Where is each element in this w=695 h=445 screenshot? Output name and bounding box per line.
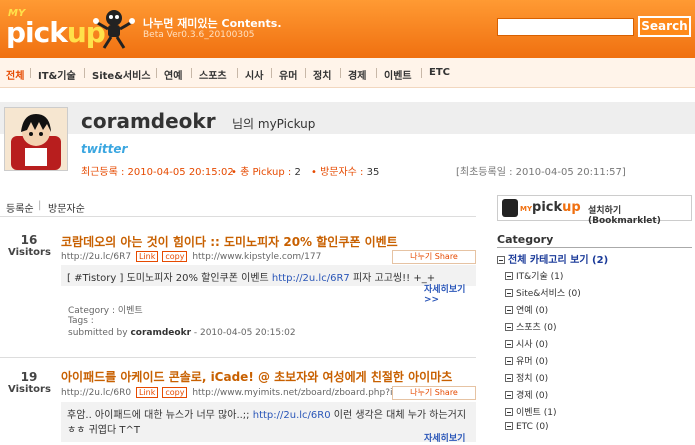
- avatar: [4, 107, 68, 171]
- nav-item-current-affairs[interactable]: 시사: [245, 67, 263, 82]
- search-input[interactable]: [497, 18, 634, 36]
- visitor-counter: 19 Visitors: [8, 370, 51, 395]
- post-title[interactable]: 코람데오의 아는 것이 힘이다 :: 도미노피자 20% 할인쿠폰 이벤트: [61, 233, 398, 250]
- post-title[interactable]: 아이패드를 아케이드 콘솔로, iCade! @ 초보자와 여성에게 친절한 아…: [61, 368, 452, 385]
- nav-separator: [237, 68, 238, 78]
- sort-by-visitors[interactable]: 방문자순: [48, 200, 85, 215]
- category-item[interactable]: 스포츠 (0): [505, 320, 556, 333]
- bookmarklet-logo: MYpickup: [520, 200, 581, 215]
- nav-separator: [305, 68, 306, 78]
- folder-icon: [505, 357, 513, 365]
- post-divider: [0, 357, 476, 358]
- nav-item-site[interactable]: Site&서비스: [92, 67, 151, 82]
- nav-separator: [340, 68, 341, 78]
- post-urls: http://2u.lc/6R7 Link copy http://www.kip…: [61, 251, 321, 262]
- nav-item-politics[interactable]: 정치: [313, 67, 331, 82]
- tagline: 나누면 재미있는 Contents.: [143, 17, 282, 30]
- post-tags: Tags :: [68, 316, 94, 326]
- category-item[interactable]: 연예 (0): [505, 303, 548, 316]
- sort-by-date[interactable]: 등록순: [6, 200, 34, 215]
- category-title: Category: [497, 233, 554, 246]
- more-link[interactable]: 자세히보기 >>: [424, 431, 476, 445]
- folder-icon: [505, 408, 513, 416]
- nav-separator: [421, 68, 422, 78]
- nav-item-sports[interactable]: 스포츠: [199, 67, 227, 82]
- logo-text: pickup: [6, 16, 106, 49]
- nav-separator: [191, 68, 192, 78]
- category-item[interactable]: 정치 (0): [505, 371, 548, 384]
- category-nav: 전체 IT&기술 Site&서비스 연예 스포츠 시사 유머 정치 경제 이벤트…: [0, 58, 695, 88]
- nav-item-etc[interactable]: ETC: [429, 67, 450, 78]
- category-item[interactable]: 시사 (0): [505, 337, 548, 350]
- source-url[interactable]: http://www.kipstyle.com/177: [192, 252, 321, 262]
- desc-link[interactable]: http://2u.lc/6R7: [272, 273, 350, 284]
- post-description: 후암.. 아이패드에 대한 뉴스가 너무 많아..;; http://2u.lc…: [61, 402, 476, 442]
- nav-separator: [156, 68, 157, 78]
- folder-icon: [505, 272, 513, 280]
- folder-icon: [505, 391, 513, 399]
- category-all-link[interactable]: 전체 카테고리 보기 (2): [497, 251, 608, 266]
- category-item[interactable]: 유머 (0): [505, 354, 548, 367]
- version-text: Beta Ver0.3.6_20100305: [143, 30, 255, 40]
- nav-item-it[interactable]: IT&기술: [38, 67, 76, 82]
- search-button[interactable]: Search: [638, 16, 691, 37]
- category-item[interactable]: 이벤트 (1): [505, 405, 556, 418]
- share-button[interactable]: 나누기 Share: [392, 386, 476, 400]
- nav-separator: [30, 68, 31, 78]
- folder-icon: [505, 289, 513, 297]
- pickup-count: • 총 Pickup : 2: [231, 167, 301, 178]
- copy-tag[interactable]: copy: [162, 387, 188, 398]
- profile-username: coramdeokr: [81, 109, 216, 133]
- visitor-counter: 16 Visitors: [8, 233, 51, 258]
- category-divider: [497, 247, 692, 248]
- nav-separator: [271, 68, 272, 78]
- category-item[interactable]: Site&서비스 (0): [505, 286, 581, 299]
- nav-item-entertainment[interactable]: 연예: [164, 67, 182, 82]
- logo[interactable]: MY pickup: [6, 8, 106, 49]
- bookmarklet-text: 설치하기 (Bookmarklet): [588, 206, 661, 226]
- first-registered: [최초등록일 : 2010-04-05 20:11:57]: [456, 167, 626, 178]
- post-urls: http://2u.lc/6R0 Link copy http://www.myi…: [61, 387, 406, 398]
- profile-section: coramdeokr 님의 myPickup twitter 최근등록 : 20…: [0, 102, 695, 182]
- short-url[interactable]: http://2u.lc/6R7: [61, 252, 131, 262]
- nav-item-event[interactable]: 이벤트: [384, 67, 412, 82]
- mascot-icon: [93, 10, 135, 49]
- post-category: Category : 이벤트: [68, 306, 143, 316]
- folder-icon: [505, 422, 513, 430]
- submitter-name[interactable]: coramdeokr: [130, 328, 191, 338]
- share-button[interactable]: 나누기 Share: [392, 250, 476, 264]
- nav-item-economy[interactable]: 경제: [348, 67, 366, 82]
- folder-icon: [505, 306, 513, 314]
- visitor-count: • 방문자수 : 35: [311, 167, 380, 178]
- twitter-link[interactable]: twitter: [81, 142, 127, 156]
- nav-separator: [84, 68, 85, 78]
- link-tag[interactable]: Link: [135, 251, 159, 262]
- folder-icon: [505, 323, 513, 331]
- folder-icon: [505, 374, 513, 382]
- category-item[interactable]: ETC (0): [505, 422, 549, 432]
- category-item[interactable]: 경제 (0): [505, 388, 548, 401]
- collapse-icon: [497, 256, 505, 264]
- nav-item-all[interactable]: 전체: [6, 67, 24, 82]
- desc-link[interactable]: http://2u.lc/6R0: [253, 410, 331, 421]
- more-link[interactable]: 자세히보기 >>: [424, 282, 476, 305]
- header-bar: MY pickup 나누면 재미있는 Contents. Beta Ver0.3…: [0, 0, 695, 58]
- copy-tag[interactable]: copy: [162, 251, 188, 262]
- post-submitted: submitted by coramdeokr - 2010-04-05 20:…: [68, 328, 296, 338]
- sort-tabs: 등록순 | 방문자순: [0, 195, 476, 217]
- folder-icon: [505, 340, 513, 348]
- sort-separator: |: [38, 200, 42, 211]
- mascot-icon: [502, 199, 518, 217]
- post-description: [ #Tistory ] 도미노피자 20% 할인쿠폰 이벤트 http://2…: [61, 265, 476, 286]
- short-url[interactable]: http://2u.lc/6R0: [61, 388, 131, 398]
- avatar-image: [5, 108, 67, 170]
- source-url[interactable]: http://www.myimits.net/zboard/zboard.php…: [192, 388, 405, 398]
- profile-suffix: 님의 myPickup: [232, 117, 316, 131]
- link-tag[interactable]: Link: [135, 387, 159, 398]
- recent-registered: 최근등록 : 2010-04-05 20:15:02: [81, 167, 234, 178]
- nav-item-humor[interactable]: 유머: [279, 67, 297, 82]
- category-item[interactable]: IT&기술 (1): [505, 269, 563, 282]
- bookmarklet-banner[interactable]: MYpickup 설치하기 (Bookmarklet): [497, 195, 692, 226]
- nav-separator: [376, 68, 377, 78]
